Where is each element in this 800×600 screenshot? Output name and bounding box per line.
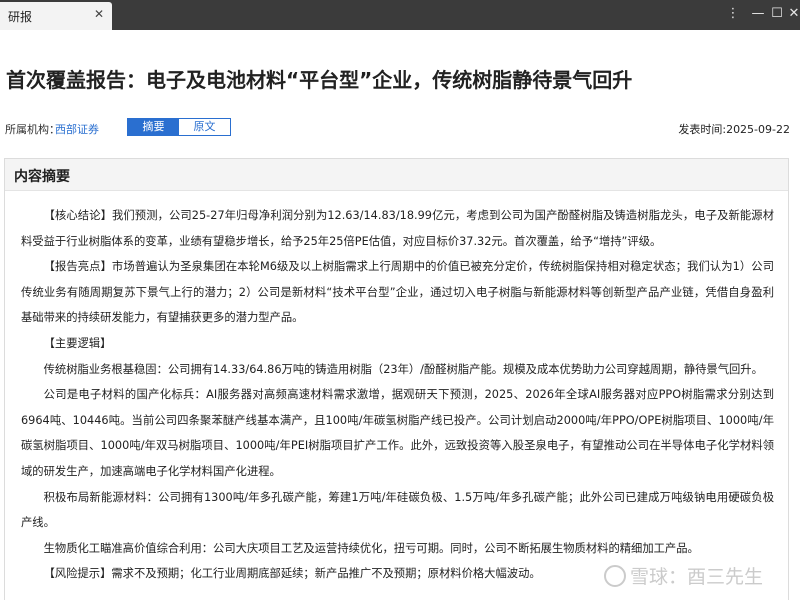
tab-research[interactable]: 研报 ✕ [0, 2, 112, 30]
org-link[interactable]: 西部证券 [55, 121, 99, 137]
paragraph: 生物质化工瞄准高价值综合利用：公司大庆项目工艺及运营持续优化，扭亏可期。同时，公… [43, 541, 699, 555]
org-label: 所属机构： [5, 123, 60, 136]
page-title: 首次覆盖报告：电子及电池材料“平台型”企业，传统树脂静待景气回升 [6, 68, 633, 92]
watermark-text: 雪球：酉三先生 [630, 566, 764, 588]
paragraph: 【核心结论】我们预测，公司25-27年归母净利润分别为12.63/14.83/1… [21, 209, 774, 248]
panel-body: 【核心结论】我们预测，公司25-27年归母净利润分别为12.63/14.83/1… [5, 191, 788, 587]
panel-heading: 内容摘要 [5, 159, 788, 191]
summary-panel: 内容摘要 【核心结论】我们预测，公司25-27年归母净利润分别为12.63/14… [4, 158, 789, 600]
meta-row: 所属机构： 西部证券 摘要 原文 发表时间:2025-09-22 [0, 118, 800, 138]
view-toggle: 摘要 原文 [127, 118, 231, 136]
close-window-icon[interactable]: ✕ [783, 4, 800, 24]
paragraph: 【主要逻辑】 [43, 336, 112, 350]
more-menu-icon[interactable]: ⋮ [722, 4, 744, 24]
original-tab-button[interactable]: 原文 [179, 119, 230, 135]
watermark: 雪球：酉三先生 [604, 562, 763, 589]
paragraph: 积极布局新能源材料：公司拥有1300吨/年多孔碳产能，筹建1万吨/年硅碳负极、1… [21, 490, 774, 530]
window-titlebar: 研报 ✕ ⋮ — ☐ ✕ [0, 0, 800, 30]
tab-label: 研报 [8, 10, 33, 24]
paragraph: 公司是电子材料的国产化标兵：AI服务器对高频高速材料需求激增，据观研天下预测，2… [21, 388, 774, 478]
publish-date: 发表时间:2025-09-22 [678, 123, 790, 136]
snowball-logo-icon [604, 565, 626, 587]
summary-tab-button[interactable]: 摘要 [128, 119, 179, 135]
paragraph: 【报告亮点】市场普遍认为圣泉集团在本轮M6级及以上树脂需求上行周期中的价值已被充… [21, 260, 774, 325]
paragraph: 传统树脂业务根基稳固：公司拥有14.33/64.86万吨的铸造用树脂（23年）/… [43, 362, 763, 376]
tab-close-icon[interactable]: ✕ [94, 7, 104, 21]
